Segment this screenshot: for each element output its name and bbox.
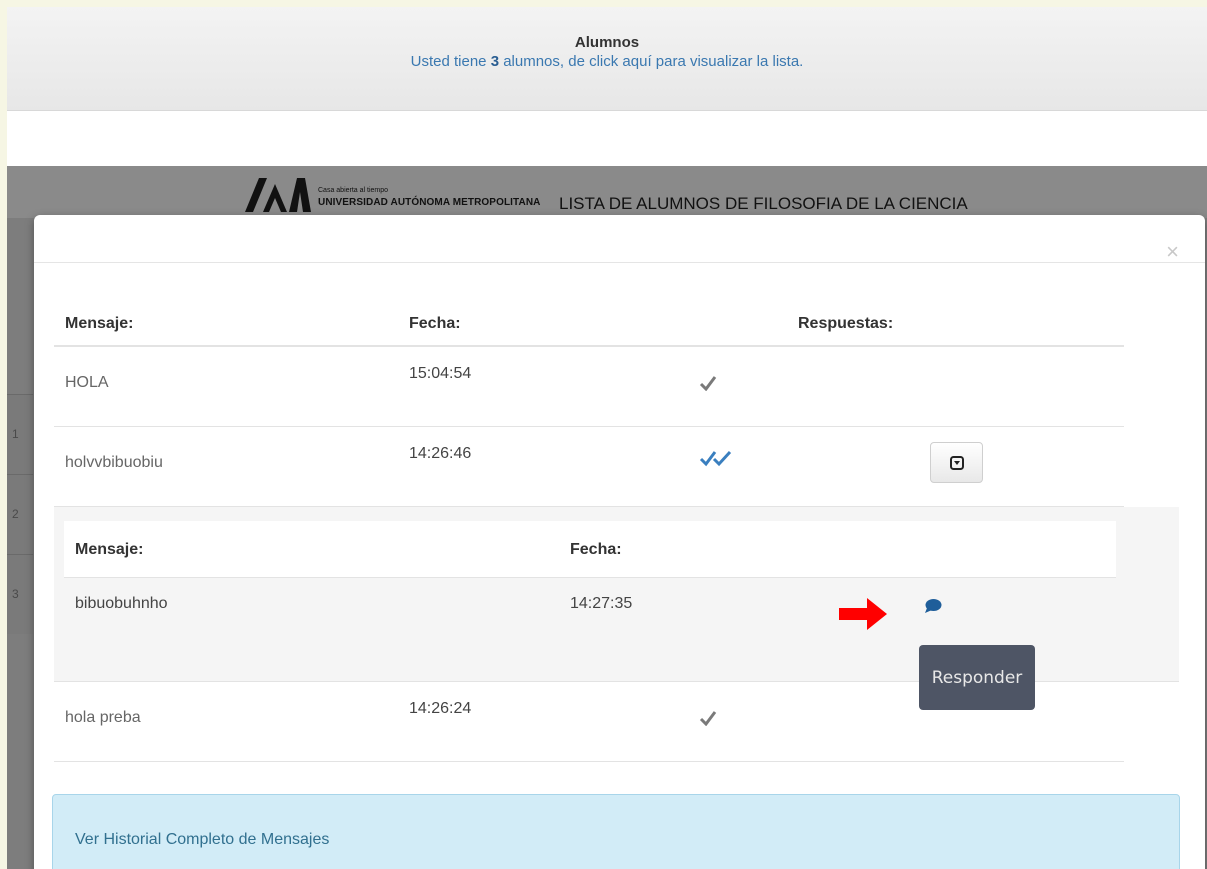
check-icon [699,711,717,726]
history-link[interactable]: Ver Historial Completo de Mensajes [52,794,1180,869]
alumnos-text-after: alumnos, de click aquí para visualizar l… [499,53,804,70]
double-check-icon [699,450,732,467]
message-time: 15:04:54 [409,365,472,382]
alumnos-link[interactable]: Usted tiene 3 alumnos, de click aquí par… [7,53,1207,70]
reply-time: 14:27:35 [570,595,633,612]
alumnos-text-before: Usted tiene [410,53,491,70]
message-time: 14:26:46 [409,445,472,462]
background-list-header: Casa abierta al tiempo UNIVERSIDAD AUTÓN… [7,166,1207,218]
alumnos-count: 3 [490,53,500,70]
logo-university-name: UNIVERSIDAD AUTÓNOMA METROPOLITANA [318,197,541,208]
page-frame: Alumnos Usted tiene 3 alumnos, de click … [7,7,1207,869]
table-row: HOLA 15:04:54 [54,347,1124,427]
expand-replies-button[interactable] [930,442,983,483]
message-time: 14:26:24 [409,700,472,717]
header-respuestas: Respuestas: [798,315,894,332]
background-row-number: 3 [7,554,33,634]
table-row: holvvbibuobiu 14:26:46 [54,427,1124,507]
close-icon[interactable]: × [1166,241,1179,263]
background-list-title: LISTA DE ALUMNOS DE FILOSOFIA DE LA CIEN… [559,194,968,213]
message-text: hola preba [65,709,141,726]
header-fecha: Fecha: [409,315,461,332]
alumnos-banner[interactable]: Alumnos Usted tiene 3 alumnos, de click … [7,7,1207,111]
modal-header: × [34,215,1205,263]
background-row-number: 2 [7,474,33,554]
messages-modal: × Mensaje: Fecha: Respuestas: HOLA 15:04… [34,215,1205,869]
uam-logo-icon [245,178,311,212]
alumnos-title: Alumnos [574,34,640,51]
comment-icon[interactable] [924,598,942,614]
caret-square-down-icon [949,455,964,470]
check-icon [699,376,717,391]
logo-tagline: Casa abierta al tiempo [318,187,389,194]
messages-table-header: Mensaje: Fecha: Respuestas: [54,295,1124,347]
red-arrow-annotation [839,598,887,630]
reply-text: bibuobuhnho [75,595,168,612]
background-row-number: 1 [7,394,33,474]
replies-table-header: Mensaje: Fecha: [64,521,1116,578]
header-mensaje: Mensaje: [65,315,134,332]
reply-header-mensaje: Mensaje: [75,541,144,558]
reply-header-fecha: Fecha: [570,541,622,558]
message-text: HOLA [65,374,109,391]
message-text: holvvbibuobiu [65,454,163,471]
responder-tooltip: Responder [919,645,1035,710]
